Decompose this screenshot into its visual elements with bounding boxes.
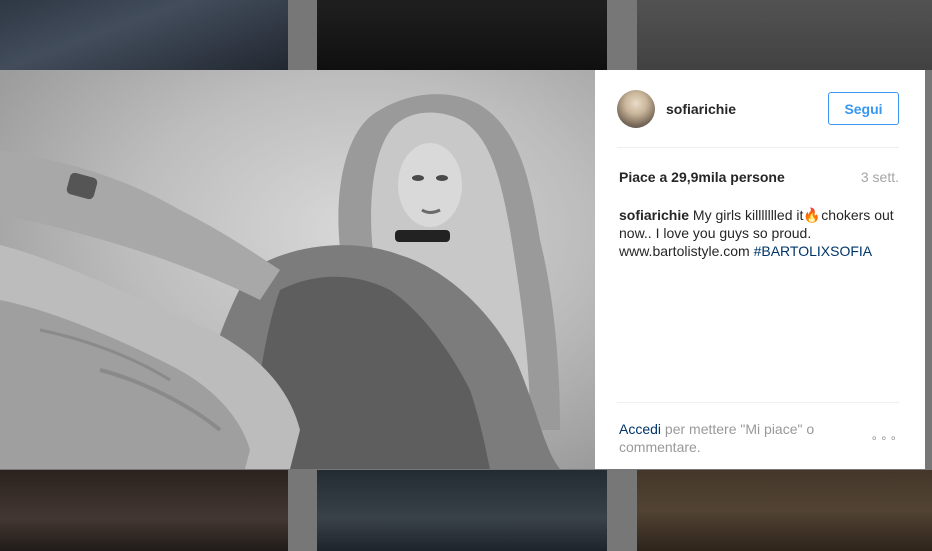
hashtag-link[interactable]: #BARTOLIXSOFIA [754, 243, 873, 259]
grid-thumbnail[interactable] [637, 0, 932, 70]
post-modal: sofiarichie Segui Piace a 29,9mila perso… [0, 70, 932, 469]
fire-emoji-icon: 🔥 [803, 207, 821, 223]
likes-count[interactable]: Piace a 29,9mila persone [619, 169, 785, 185]
login-link[interactable]: Accedi [619, 421, 661, 437]
grid-thumbnail[interactable] [317, 470, 607, 551]
post-header: sofiarichie Segui [617, 70, 899, 148]
grid-thumbnail[interactable] [317, 0, 607, 70]
grid-thumbnail[interactable] [0, 470, 288, 551]
caption-username[interactable]: sofiarichie [619, 207, 689, 223]
grid-thumbnail[interactable] [637, 470, 932, 551]
user-avatar[interactable] [617, 89, 655, 128]
photo-illustration [0, 94, 560, 469]
more-options-icon[interactable]: ∘∘∘ [870, 431, 899, 445]
post-side-panel: sofiarichie Segui Piace a 29,9mila perso… [595, 70, 925, 469]
login-prompt: Accedi per mettere "Mi piace" o commenta… [619, 420, 839, 456]
post-photo[interactable] [0, 70, 595, 469]
caption-text: My girls killllllled it [689, 207, 804, 223]
likes-row: Piace a 29,9mila persone 3 sett. [619, 169, 899, 185]
post-footer: Accedi per mettere "Mi piace" o commenta… [617, 402, 899, 469]
username-link[interactable]: sofiarichie [666, 101, 828, 117]
post-timestamp[interactable]: 3 sett. [861, 169, 899, 185]
post-caption: sofiarichie My girls killllllled it🔥 cho… [619, 206, 899, 260]
follow-button[interactable]: Segui [828, 92, 899, 125]
grid-thumbnail[interactable] [0, 0, 288, 70]
